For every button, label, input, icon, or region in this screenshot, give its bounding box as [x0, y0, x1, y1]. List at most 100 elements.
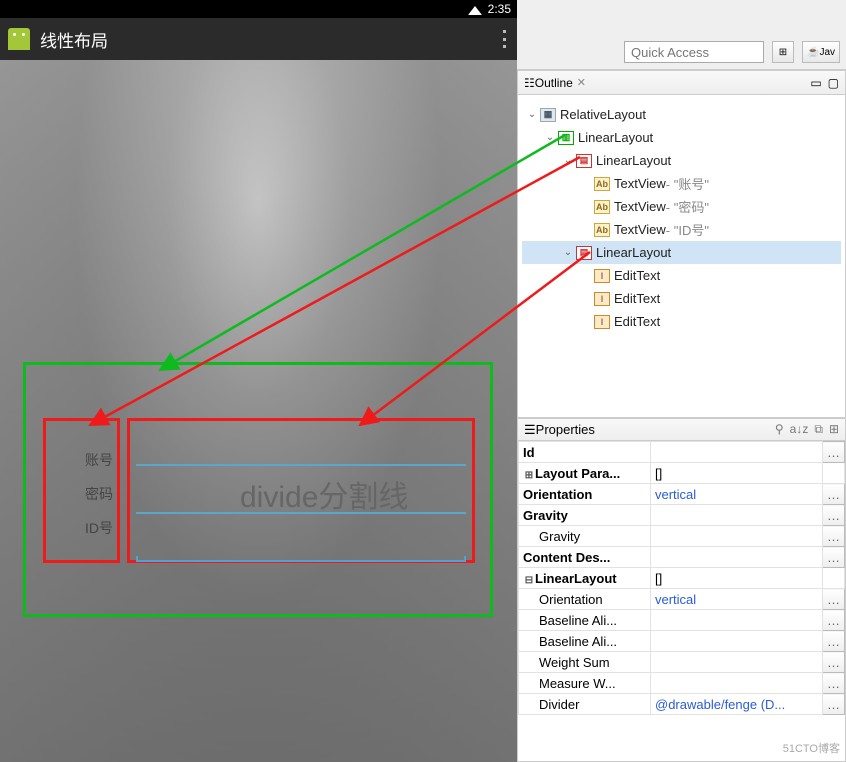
- property-more-button[interactable]: …: [823, 526, 845, 547]
- overflow-menu-icon[interactable]: [503, 30, 507, 48]
- android-emulator: 2:35 线性布局 账号 密码 ID号 divide分割线: [0, 0, 517, 762]
- tree-twisty-icon[interactable]: ⌄: [562, 155, 574, 166]
- java-perspective-button[interactable]: ☕ Jav: [802, 41, 840, 63]
- property-name: Divider: [539, 697, 579, 712]
- tree-node-label: EditText: [614, 291, 660, 306]
- edittext-id[interactable]: [136, 526, 466, 562]
- property-value[interactable]: []: [651, 568, 823, 589]
- tree-node-label: TextView: [614, 199, 666, 214]
- properties-panel: ☰ Properties ⚲ a↓z ⧉ ⊞ Id…⊞Layout Para..…: [517, 418, 846, 762]
- tree-node-label: LinearLayout: [578, 130, 653, 145]
- tree-node-label: EditText: [614, 268, 660, 283]
- edit-icon: I: [594, 269, 610, 283]
- property-row[interactable]: ⊞Layout Para...[]: [519, 463, 845, 484]
- quick-access-input[interactable]: [624, 41, 764, 63]
- close-icon[interactable]: ✕: [577, 76, 586, 89]
- maximize-icon[interactable]: ▢: [828, 76, 839, 90]
- java-icon: ☕: [807, 47, 819, 58]
- property-row[interactable]: Orientation vertical…: [519, 589, 845, 610]
- property-row[interactable]: Orientation vertical…: [519, 484, 845, 505]
- property-value[interactable]: [651, 505, 823, 526]
- property-value[interactable]: [651, 652, 823, 673]
- tree-node-label: TextView: [614, 176, 666, 191]
- property-row[interactable]: Gravity …: [519, 505, 845, 526]
- property-value[interactable]: [651, 442, 823, 463]
- properties-grid[interactable]: Id…⊞Layout Para...[]Orientationvertical……: [518, 441, 845, 715]
- property-more-button[interactable]: …: [823, 589, 845, 610]
- tree-twisty-icon[interactable]: ⌄: [562, 247, 574, 258]
- tree-node-linearlayout[interactable]: ⌄▥LinearLayout: [522, 126, 841, 149]
- tree-node-label: RelativeLayout: [560, 107, 646, 122]
- text-icon: Ab: [594, 200, 610, 214]
- outline-tab[interactable]: ☷ Outline ✕ ▭ ▢: [518, 71, 845, 95]
- property-name: Id: [523, 445, 535, 460]
- property-row[interactable]: Content Des... …: [519, 547, 845, 568]
- outline-tree[interactable]: ⌄▦RelativeLayout⌄▥LinearLayout⌄▤LinearLa…: [518, 95, 845, 337]
- props-filter-icon[interactable]: ⚲: [775, 422, 784, 437]
- watermark: 51CTO博客: [783, 740, 840, 756]
- properties-header: ☰ Properties ⚲ a↓z ⧉ ⊞: [518, 419, 845, 441]
- tree-twisty-icon[interactable]: ⌄: [526, 109, 538, 120]
- property-name: Content Des...: [523, 550, 610, 565]
- property-more-button[interactable]: …: [823, 484, 845, 505]
- property-value[interactable]: [651, 547, 823, 568]
- property-more-button[interactable]: …: [823, 673, 845, 694]
- edittext-account[interactable]: [136, 430, 466, 466]
- tree-node-linearlayout[interactable]: ⌄▤LinearLayout: [522, 241, 841, 264]
- tree-node-textview[interactable]: AbTextView - "密码": [522, 195, 841, 218]
- property-value[interactable]: @drawable/fenge (D...: [651, 694, 823, 715]
- lin-icon: ▤: [576, 154, 592, 168]
- tree-node-relativelayout[interactable]: ⌄▦RelativeLayout: [522, 103, 841, 126]
- property-name: Orientation: [523, 487, 592, 502]
- text-icon: Ab: [594, 223, 610, 237]
- property-more-button[interactable]: …: [823, 505, 845, 526]
- property-more-button[interactable]: …: [823, 694, 845, 715]
- edit-icon: I: [594, 315, 610, 329]
- divider-hint-text: divide分割线: [240, 472, 408, 516]
- tree-node-edittext[interactable]: IEditText: [522, 310, 841, 333]
- lin-icon: ▤: [576, 246, 592, 260]
- property-more-button[interactable]: …: [823, 631, 845, 652]
- property-more-button[interactable]: …: [823, 652, 845, 673]
- property-name: Measure W...: [539, 676, 616, 691]
- property-row[interactable]: Id …: [519, 442, 845, 463]
- open-perspective-button[interactable]: ⊞: [772, 41, 794, 63]
- property-row[interactable]: Divider @drawable/fenge (D...…: [519, 694, 845, 715]
- tree-node-textview[interactable]: AbTextView - "ID号": [522, 218, 841, 241]
- text-icon: Ab: [594, 177, 610, 191]
- expand-icon[interactable]: ⊟: [523, 575, 535, 586]
- tree-node-edittext[interactable]: I EditText: [522, 264, 841, 287]
- expand-icon[interactable]: ⊞: [523, 470, 535, 481]
- property-name: Baseline Ali...: [539, 613, 617, 628]
- property-name: Weight Sum: [539, 655, 610, 670]
- props-advanced-icon[interactable]: ⧉: [814, 422, 823, 437]
- tree-twisty-icon[interactable]: ⌄: [544, 132, 556, 143]
- labels-column: 账号 密码 ID号: [53, 450, 113, 552]
- minimize-icon[interactable]: ▭: [810, 76, 821, 90]
- property-row[interactable]: Measure W... …: [519, 673, 845, 694]
- property-value[interactable]: vertical: [651, 484, 823, 505]
- property-value[interactable]: []: [651, 463, 823, 484]
- property-value[interactable]: [651, 631, 823, 652]
- ide-toolbar: ⊞ ☕ Jav: [517, 0, 846, 70]
- property-value[interactable]: [651, 526, 823, 547]
- props-sort-icon[interactable]: a↓z: [790, 422, 809, 437]
- props-expand-icon[interactable]: ⊞: [829, 422, 839, 437]
- property-more-button[interactable]: …: [823, 610, 845, 631]
- property-value[interactable]: [651, 673, 823, 694]
- property-row[interactable]: Weight Sum …: [519, 652, 845, 673]
- tree-node-textview[interactable]: AbTextView - "账号": [522, 172, 841, 195]
- property-value[interactable]: vertical: [651, 589, 823, 610]
- property-row[interactable]: Baseline Ali... …: [519, 610, 845, 631]
- property-row[interactable]: Gravity…: [519, 526, 845, 547]
- tree-node-linearlayout[interactable]: ⌄▤LinearLayout: [522, 149, 841, 172]
- property-row[interactable]: Baseline Ali...…: [519, 631, 845, 652]
- property-more-button[interactable]: …: [823, 442, 845, 463]
- property-name: Gravity: [523, 508, 568, 523]
- property-row[interactable]: ⊟LinearLayout[]: [519, 568, 845, 589]
- property-more-button[interactable]: …: [823, 547, 845, 568]
- property-value[interactable]: [651, 610, 823, 631]
- property-name: Orientation: [539, 592, 603, 607]
- status-time: 2:35: [488, 2, 511, 16]
- tree-node-edittext[interactable]: IEditText: [522, 287, 841, 310]
